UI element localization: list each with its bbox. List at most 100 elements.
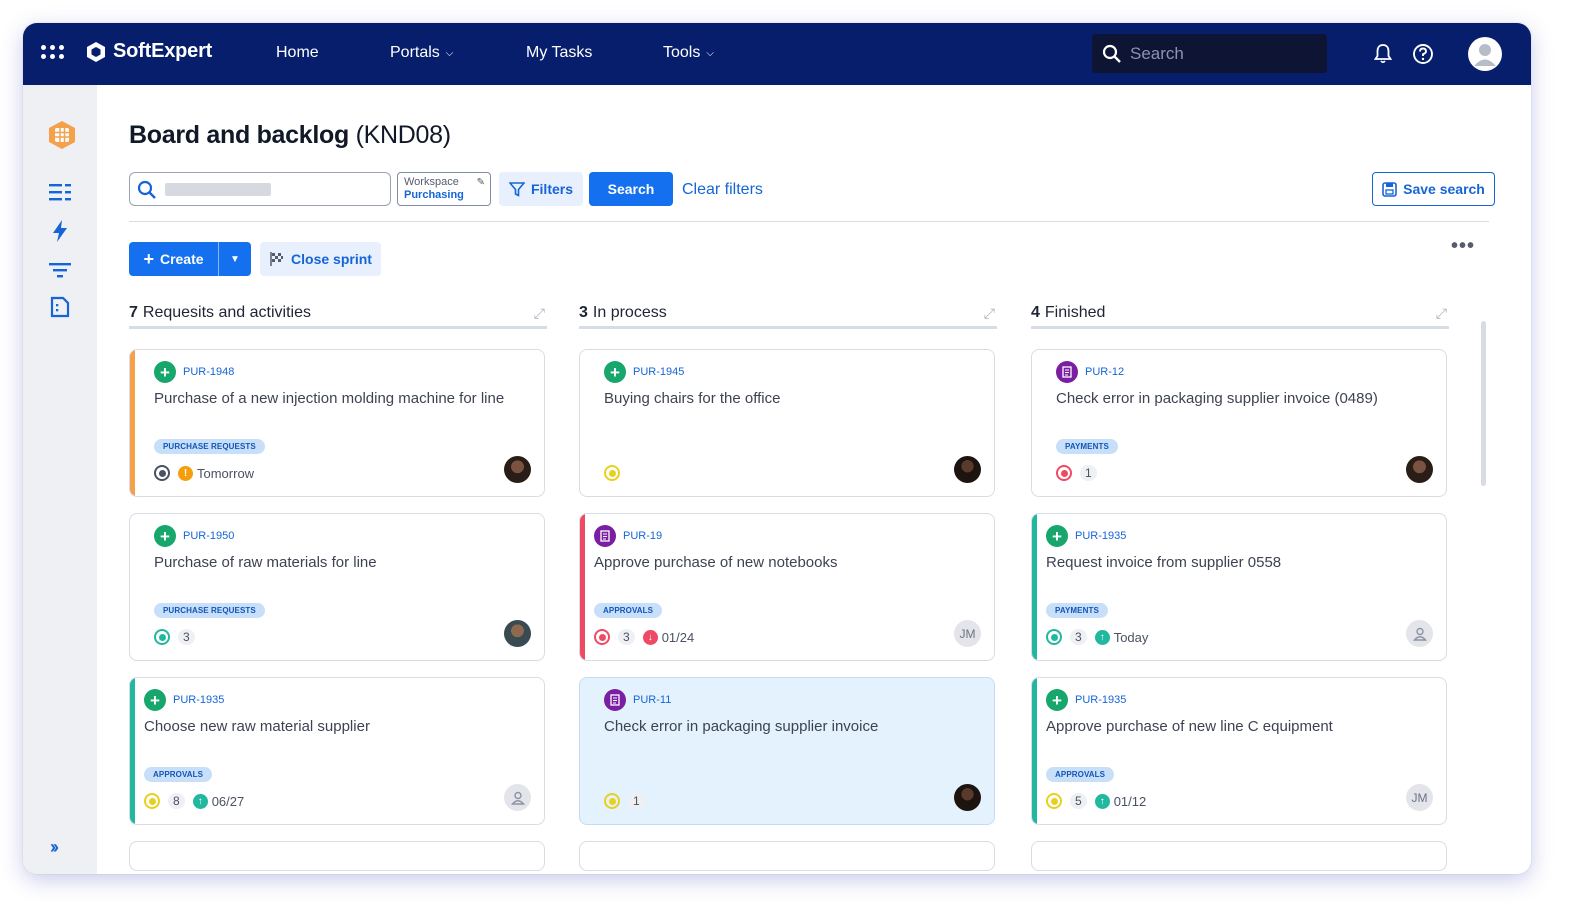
- card-title: Approve purchase of new line C equipment: [1046, 718, 1333, 735]
- board-scrollbar[interactable]: [1481, 321, 1486, 486]
- column-header[interactable]: 7 Requesits and activities ⤢: [129, 299, 547, 329]
- column-name: Finished: [1044, 303, 1106, 321]
- assignee-avatar[interactable]: [954, 784, 981, 811]
- card-priority-stripe: [580, 514, 585, 660]
- kanban-card[interactable]: PUR-11 Check error in packaging supplier …: [579, 677, 995, 825]
- lightning-icon[interactable]: [51, 219, 69, 243]
- sidebar: ››: [23, 85, 97, 874]
- card-meta: ! Tomorrow: [154, 465, 254, 481]
- assignee-avatar[interactable]: [954, 456, 981, 483]
- collapse-column-icon[interactable]: ⤢: [534, 305, 545, 322]
- card-title: Request invoice from supplier 0558: [1046, 554, 1282, 571]
- kanban-card[interactable]: + PUR-1948 Purchase of a new injection mol…: [129, 349, 545, 497]
- expand-sidebar-icon[interactable]: ››: [50, 837, 59, 858]
- edit-icon: ✎: [476, 177, 485, 188]
- add-request-icon: +: [154, 361, 176, 383]
- create-main[interactable]: + Create: [129, 242, 219, 276]
- workspace-selector[interactable]: Workspace Purchasing ✎: [397, 172, 491, 206]
- kanban-card[interactable]: + PUR-1935 Choose new raw material supplie…: [129, 677, 545, 825]
- card-priority-stripe: [1032, 678, 1037, 824]
- card-id[interactable]: PUR-11: [633, 694, 671, 706]
- card-title: Check error in packaging supplier invoic…: [1056, 390, 1378, 407]
- card-id-row: PUR-11: [604, 689, 671, 711]
- card-tag: APPROVALS: [1046, 767, 1115, 782]
- kanban-card[interactable]: PUR-19 Approve purchase of new notebooks A…: [579, 513, 995, 661]
- board-column: 3 In process ⤢ + PUR-1945 Buying chairs for t…: [579, 299, 997, 871]
- create-button[interactable]: + Create ▼: [129, 242, 251, 276]
- assignee-avatar[interactable]: [1406, 456, 1433, 483]
- nav-home[interactable]: Home: [276, 44, 319, 62]
- global-search-input[interactable]: [1130, 43, 1310, 64]
- column-header[interactable]: 4 Finished ⤢: [1031, 299, 1449, 329]
- card-priority-stripe: [1032, 514, 1037, 660]
- card-tag: PURCHASE REQUESTS: [154, 603, 265, 618]
- collapse-column-icon[interactable]: ⤢: [1436, 305, 1447, 322]
- kanban-card-partial[interactable]: [1031, 841, 1447, 871]
- main-content: Board and backlog (KND08) Workspace Purc…: [97, 85, 1531, 874]
- kanban-card[interactable]: + PUR-1945 Buying chairs for the office: [579, 349, 995, 497]
- card-id[interactable]: PUR-19: [623, 530, 662, 542]
- plus-icon: +: [143, 249, 154, 269]
- assignee-avatar[interactable]: [504, 456, 531, 483]
- card-meta: 8 ↑ 06/27: [144, 793, 244, 809]
- board-app-icon[interactable]: [48, 120, 76, 150]
- kanban-card-partial[interactable]: [579, 841, 995, 871]
- card-id[interactable]: PUR-1950: [183, 530, 234, 542]
- card-id[interactable]: PUR-1945: [633, 366, 684, 378]
- document-icon[interactable]: [50, 296, 70, 318]
- card-id-row: + PUR-1950: [154, 525, 234, 547]
- nav-tools[interactable]: Tools ⌵: [663, 44, 714, 62]
- card-item-count: 3: [1070, 629, 1087, 645]
- kanban-card-partial[interactable]: [129, 841, 545, 871]
- card-meta: 1: [604, 793, 645, 809]
- due-status-icon: ↑: [192, 793, 208, 809]
- assignee-avatar[interactable]: JM: [1406, 784, 1433, 811]
- list-icon[interactable]: [48, 182, 72, 202]
- assignee-avatar[interactable]: [1406, 620, 1433, 647]
- brand-logo[interactable]: SoftExpert: [85, 40, 212, 63]
- card-id[interactable]: PUR-1935: [1075, 530, 1126, 542]
- add-request-icon: +: [604, 361, 626, 383]
- card-id[interactable]: PUR-1935: [1075, 694, 1126, 706]
- filters-button[interactable]: Filters: [499, 172, 583, 206]
- nav-my-tasks[interactable]: My Tasks: [526, 44, 592, 62]
- more-options-icon[interactable]: •••: [1451, 235, 1475, 258]
- column-header[interactable]: 3 In process ⤢: [579, 299, 997, 329]
- board-column: 4 Finished ⤢ PUR-12 Check error in packaging…: [1031, 299, 1449, 871]
- kanban-card[interactable]: + PUR-1935 Request invoice from supplier 0…: [1031, 513, 1447, 661]
- filter-icon[interactable]: [48, 261, 72, 279]
- card-item-count: 1: [628, 793, 645, 809]
- bell-icon[interactable]: [1373, 43, 1393, 65]
- search-input-placeholder: [165, 183, 271, 196]
- card-item-count: 3: [178, 629, 195, 645]
- search-button[interactable]: Search: [589, 172, 673, 206]
- create-dropdown-chevron-icon[interactable]: ▼: [219, 254, 251, 265]
- assignee-avatar[interactable]: JM: [954, 620, 981, 647]
- add-request-icon: +: [154, 525, 176, 547]
- save-search-button[interactable]: Save search: [1372, 172, 1495, 206]
- nav-portals[interactable]: Portals ⌵: [390, 44, 453, 62]
- user-avatar-icon[interactable]: [1468, 37, 1502, 71]
- clear-filters-link[interactable]: Clear filters: [682, 181, 763, 199]
- global-search[interactable]: [1092, 34, 1327, 73]
- kanban-card[interactable]: + PUR-1935 Approve purchase of new line C …: [1031, 677, 1447, 825]
- collapse-column-icon[interactable]: ⤢: [984, 305, 995, 322]
- card-id[interactable]: PUR-1935: [173, 694, 224, 706]
- assignee-avatar[interactable]: [504, 620, 531, 647]
- document-type-icon: [1056, 361, 1078, 383]
- apps-grid-icon[interactable]: [41, 45, 65, 63]
- due-status-icon: ↑: [1094, 793, 1110, 809]
- filter-search-input[interactable]: [129, 172, 391, 206]
- due-date: Today: [1113, 629, 1149, 645]
- card-id[interactable]: PUR-12: [1085, 366, 1124, 378]
- card-id[interactable]: PUR-1948: [183, 366, 234, 378]
- document-type-icon: [594, 525, 616, 547]
- assignee-avatar[interactable]: [504, 784, 531, 811]
- card-tag: PURCHASE REQUESTS: [154, 439, 265, 454]
- kanban-card[interactable]: + PUR-1950 Purchase of raw materials for l…: [129, 513, 545, 661]
- column-count: 7: [129, 303, 138, 321]
- kanban-card[interactable]: PUR-12 Check error in packaging supplier …: [1031, 349, 1447, 497]
- help-icon[interactable]: [1412, 43, 1434, 65]
- card-due: ↓ 01/24: [642, 629, 694, 645]
- close-sprint-button[interactable]: Close sprint: [260, 242, 381, 276]
